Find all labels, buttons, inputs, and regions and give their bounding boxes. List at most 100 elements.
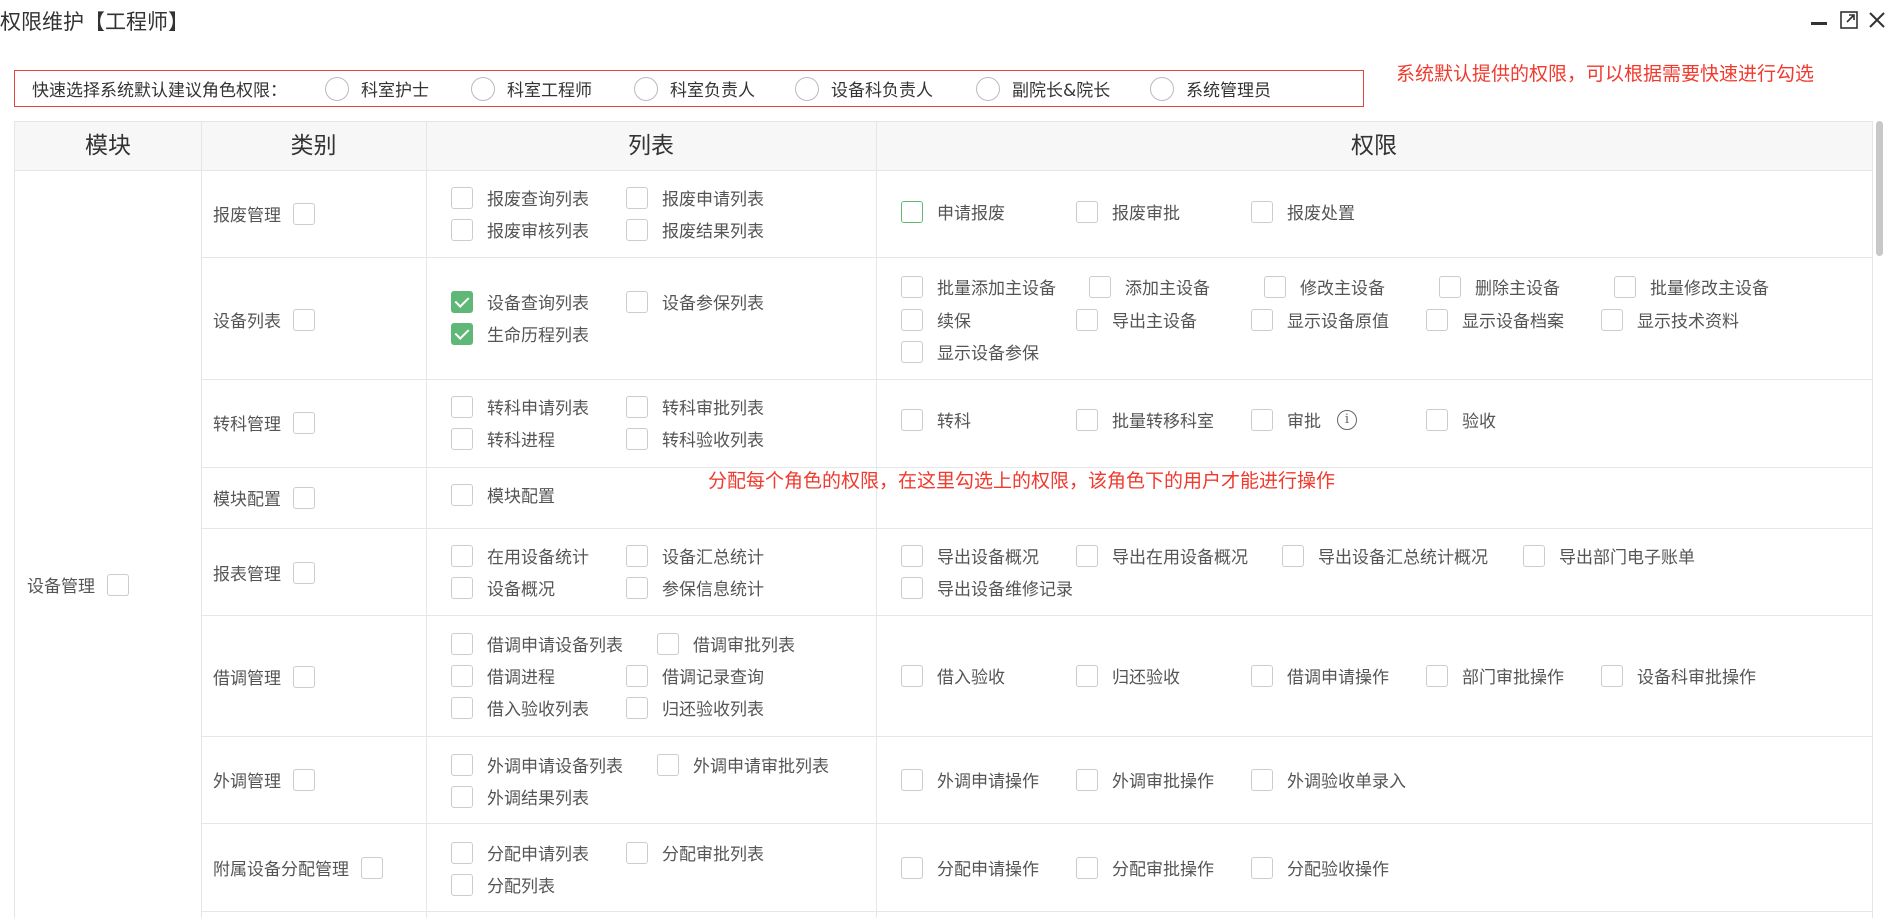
checkbox[interactable] [626, 290, 648, 313]
checkbox[interactable] [626, 427, 648, 450]
checkbox[interactable] [1426, 408, 1448, 431]
checkbox[interactable] [901, 408, 923, 431]
checkbox[interactable] [451, 873, 473, 896]
checkbox[interactable] [1426, 664, 1448, 687]
perm-item[interactable]: 归还验收 [1076, 663, 1180, 688]
category-checkbox[interactable] [293, 308, 315, 331]
checkbox[interactable] [1251, 856, 1273, 879]
checkbox[interactable] [901, 576, 923, 599]
category-checkbox[interactable] [293, 411, 315, 434]
list-item[interactable]: 设备概况 [451, 575, 555, 600]
perm-item[interactable]: 外调申请操作 [901, 767, 1039, 792]
checkbox[interactable] [1426, 308, 1448, 331]
checkbox[interactable] [1601, 664, 1623, 687]
category-checkbox[interactable] [293, 202, 315, 225]
scrollbar-thumb[interactable] [1876, 121, 1883, 256]
radio-circle[interactable] [1150, 76, 1174, 101]
list-item[interactable]: 归还验收列表 [626, 695, 764, 720]
perm-item[interactable]: 验收 [1426, 407, 1496, 432]
list-item[interactable]: 分配列表 [451, 872, 555, 897]
close-icon[interactable] [1867, 10, 1887, 30]
list-item[interactable]: 借调记录查询 [626, 663, 764, 688]
perm-item[interactable]: 转科 [901, 407, 971, 432]
perm-item[interactable]: 报废处置 [1251, 199, 1355, 224]
list-item[interactable]: 转科进程 [451, 426, 555, 451]
minimize-icon[interactable] [1809, 10, 1829, 30]
category-checkbox[interactable] [293, 665, 315, 688]
checkbox[interactable] [451, 186, 473, 209]
perm-item[interactable]: 导出部门电子账单 [1523, 543, 1695, 568]
category-checkbox[interactable] [361, 856, 383, 879]
list-item[interactable]: 外调申请设备列表 [451, 752, 623, 777]
role-radio-dept-head[interactable]: 科室负责人 [634, 71, 755, 106]
list-item[interactable]: 借调审批列表 [657, 631, 795, 656]
perm-item[interactable]: 分配验收操作 [1251, 855, 1389, 880]
list-item[interactable]: 生命历程列表 [451, 321, 589, 346]
checkbox[interactable] [626, 841, 648, 864]
perm-item[interactable]: 批量添加主设备 [901, 274, 1056, 299]
info-icon[interactable]: i [1337, 409, 1357, 430]
checkbox[interactable] [451, 544, 473, 567]
checkbox[interactable] [451, 696, 473, 719]
checkbox[interactable] [1076, 768, 1098, 791]
perm-item[interactable]: 外调验收单录入 [1251, 767, 1406, 792]
list-item[interactable]: 分配申请列表 [451, 840, 589, 865]
checkbox[interactable] [901, 768, 923, 791]
list-item[interactable]: 报废审核列表 [451, 217, 589, 242]
list-item[interactable]: 设备查询列表 [451, 289, 589, 314]
perm-item[interactable]: 分配申请操作 [901, 855, 1039, 880]
perm-item[interactable]: 修改主设备 [1264, 274, 1385, 299]
list-item[interactable]: 转科审批列表 [626, 394, 764, 419]
radio-circle[interactable] [795, 76, 819, 101]
list-item[interactable]: 报废查询列表 [451, 185, 589, 210]
category-checkbox[interactable] [293, 486, 315, 509]
checkbox[interactable] [901, 340, 923, 363]
perm-item[interactable]: 导出设备概况 [901, 543, 1039, 568]
radio-circle[interactable] [325, 76, 349, 101]
checkbox[interactable] [1282, 544, 1304, 567]
checkbox[interactable] [1076, 200, 1098, 223]
checkbox[interactable] [657, 753, 679, 776]
checkbox[interactable] [451, 632, 473, 655]
checkbox[interactable] [626, 664, 648, 687]
perm-item[interactable]: 导出设备维修记录 [901, 575, 1073, 600]
role-radio-equipment-head[interactable]: 设备科负责人 [795, 71, 933, 106]
checkbox[interactable] [1076, 664, 1098, 687]
list-item[interactable]: 设备汇总统计 [626, 543, 764, 568]
checkbox[interactable] [626, 395, 648, 418]
list-item[interactable]: 转科验收列表 [626, 426, 764, 451]
checkbox[interactable] [1089, 275, 1111, 298]
perm-item[interactable]: 显示技术资料 [1601, 307, 1739, 332]
perm-item[interactable]: 分配审批操作 [1076, 855, 1214, 880]
checkbox[interactable] [1251, 768, 1273, 791]
radio-circle[interactable] [976, 76, 1000, 101]
perm-item[interactable]: 续保 [901, 307, 971, 332]
perm-item[interactable]: 批量转移科室 [1076, 407, 1214, 432]
module-checkbox[interactable] [107, 573, 129, 596]
checkbox[interactable] [451, 785, 473, 808]
role-radio-president[interactable]: 副院长&院长 [976, 71, 1110, 106]
list-item[interactable]: 借入验收列表 [451, 695, 589, 720]
perm-item[interactable]: 显示设备档案 [1426, 307, 1564, 332]
perm-item[interactable]: 导出设备汇总统计概况 [1282, 543, 1488, 568]
checkbox[interactable] [451, 841, 473, 864]
checkbox[interactable] [657, 632, 679, 655]
list-item[interactable]: 模块配置 [451, 482, 555, 507]
list-item[interactable]: 设备参保列表 [626, 289, 764, 314]
checkbox[interactable] [901, 308, 923, 331]
checkbox[interactable] [626, 218, 648, 241]
checkbox[interactable] [1614, 275, 1636, 298]
checkbox[interactable] [1076, 308, 1098, 331]
perm-item[interactable]: 部门审批操作 [1426, 663, 1564, 688]
list-item[interactable]: 参保信息统计 [626, 575, 764, 600]
category-checkbox[interactable] [293, 561, 315, 584]
checkbox[interactable] [1076, 544, 1098, 567]
checkbox[interactable] [901, 544, 923, 567]
perm-item[interactable]: 申请报废 [901, 199, 1005, 224]
checkbox[interactable] [1439, 275, 1461, 298]
perm-item[interactable]: 删除主设备 [1439, 274, 1560, 299]
category-checkbox[interactable] [293, 768, 315, 791]
list-item[interactable]: 报废申请列表 [626, 185, 764, 210]
perm-item[interactable]: 借入验收 [901, 663, 1005, 688]
list-item[interactable]: 报废结果列表 [626, 217, 764, 242]
